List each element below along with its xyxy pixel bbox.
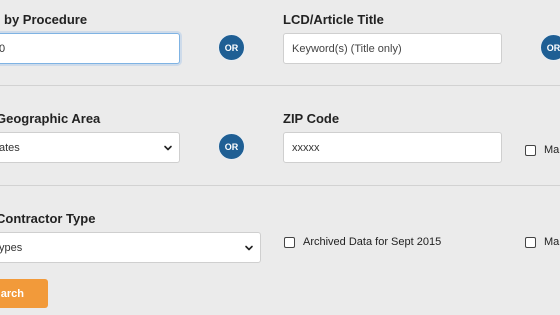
checkbox-right-row2[interactable]: Mal (525, 144, 560, 156)
checkbox[interactable] (525, 236, 536, 248)
geographic-area-selected: ates (0, 141, 20, 154)
lcd-article-title-input[interactable]: Keyword(s) (Title only) (283, 33, 502, 64)
section-divider (0, 185, 560, 186)
contractor-type-select[interactable]: ypes (0, 232, 261, 263)
lcd-article-title-label: LCD/Article Title (283, 12, 384, 27)
archived-data-label: Archived Data for Sept 2015 (303, 236, 442, 248)
or-badge: OR (218, 34, 245, 61)
procedure-input-value: 0 (0, 43, 5, 55)
zip-code-label: ZIP Code (283, 111, 340, 126)
procedure-input[interactable]: 0 (0, 33, 180, 64)
search-button[interactable]: arch (0, 279, 48, 308)
checkbox-label: Mal (544, 236, 560, 248)
procedure-label: by Procedure (4, 12, 88, 27)
geographic-area-label: Geographic Area (0, 111, 101, 126)
archived-data-checkbox[interactable]: Archived Data for Sept 2015 (284, 236, 441, 248)
geographic-area-select[interactable]: ates (0, 132, 180, 163)
or-badge-right: OR (540, 34, 560, 61)
checkbox-label: Mal (544, 144, 560, 156)
zip-code-placeholder: xxxxx (292, 141, 320, 154)
chevron-down-icon (164, 145, 172, 151)
contractor-type-selected: ypes (0, 241, 23, 254)
checkbox[interactable] (525, 144, 536, 156)
section-divider (0, 85, 560, 86)
zip-code-input[interactable]: xxxxx (283, 132, 502, 163)
checkbox[interactable] (284, 236, 295, 248)
contractor-type-label: Contractor Type (0, 211, 96, 226)
checkbox-right-row3[interactable]: Mal (525, 236, 560, 248)
chevron-down-icon (245, 245, 253, 251)
lcd-article-title-placeholder: Keyword(s) (Title only) (292, 42, 402, 55)
or-badge: OR (218, 133, 245, 160)
